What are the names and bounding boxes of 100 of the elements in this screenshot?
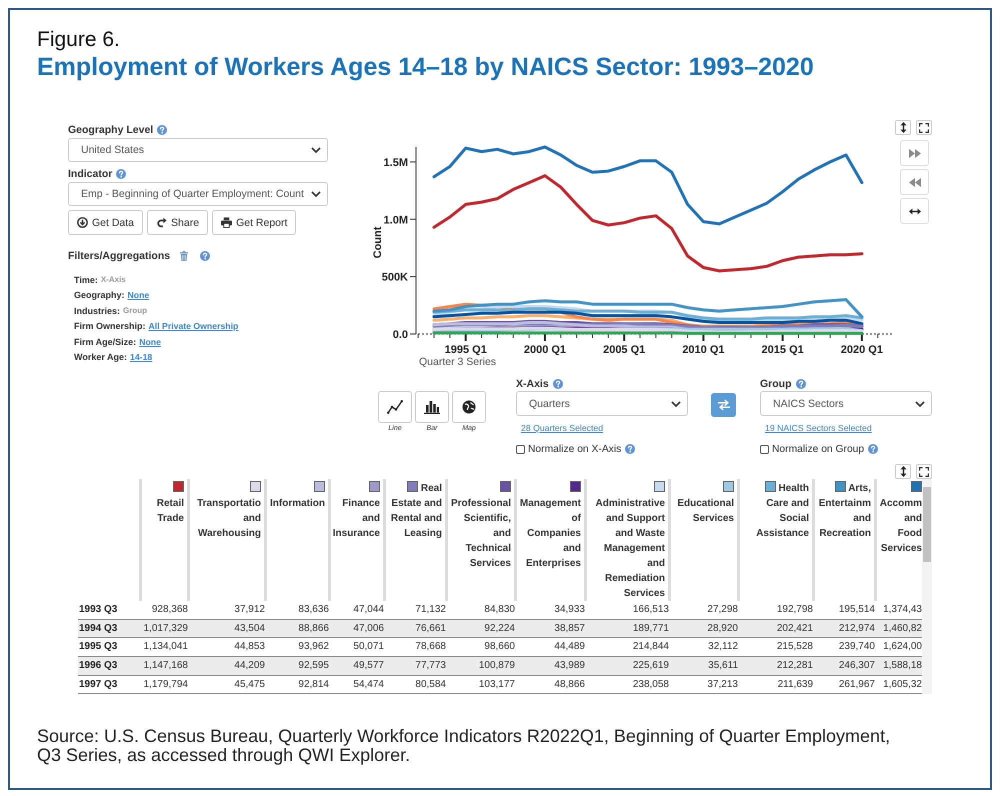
source-note: Source: U.S. Census Bureau, Quarterly Workforce Indicators R2022Q1, Beginning of Quarter Employment, Q3 Series, as accessed through QWI Explorer.: [37, 727, 892, 764]
table-cell: 1,147,168: [142, 657, 190, 676]
table-cell: 1,588,18: [877, 657, 922, 676]
help-icon: [200, 251, 210, 261]
printer-icon: [221, 217, 232, 228]
axis-title: Count: [372, 226, 384, 258]
axis-tick-label: 2000 Q1: [524, 344, 566, 356]
column-header: Transportatio and Warehousing: [197, 498, 261, 539]
fit-width-button[interactable]: [900, 198, 929, 224]
table-cell: 43,989: [517, 657, 587, 676]
share-button[interactable]: Share: [147, 210, 208, 235]
geography-dropdown[interactable]: United States: [68, 138, 328, 162]
resize-height-button[interactable]: [895, 120, 911, 135]
filter-label: Geography:: [74, 290, 125, 300]
filter-link[interactable]: 14-18: [130, 352, 152, 362]
section-title: Filters/Aggregations: [68, 250, 170, 262]
axis-title: Quarter 3 Series: [419, 356, 496, 367]
filter-link[interactable]: None: [139, 336, 161, 347]
vertical-arrows-icon: [900, 122, 906, 133]
column-header: Arts, Entertainm and Recreation: [818, 483, 871, 539]
table-cell: 212,974: [815, 620, 877, 638]
axis-tick-label: 1.0M: [384, 214, 408, 226]
resize-height-button[interactable]: [895, 464, 911, 479]
horizontal-arrows-icon: [908, 208, 920, 214]
bar-chart-button[interactable]: [415, 391, 449, 423]
swap-button[interactable]: [711, 393, 736, 417]
globe-icon: [462, 400, 476, 414]
help-icon: [796, 379, 806, 389]
swap-icon: [716, 399, 730, 411]
table-cell: 212,281: [740, 657, 815, 676]
vertical-arrows-icon: [900, 466, 906, 477]
field-label: Geography Level: [68, 124, 154, 136]
checkbox[interactable]: [516, 444, 525, 454]
axis-tick-label: 2015 Q1: [762, 344, 804, 356]
help-icon: [868, 444, 878, 454]
filter-value: X-Axis: [100, 275, 126, 284]
filter-link[interactable]: All Private Ownership: [148, 321, 238, 332]
field-label: Group: [760, 378, 792, 390]
line-chart-icon: [387, 400, 403, 414]
table-cell: 28,920: [671, 620, 740, 638]
checkbox[interactable]: [760, 444, 769, 454]
table-cell: 49,577: [331, 657, 386, 676]
chevron-down-icon: [311, 191, 321, 197]
print-button[interactable]: Get Report: [212, 210, 296, 235]
scrollbar[interactable]: [922, 479, 932, 694]
arrow-circle-icon: [77, 217, 88, 228]
forward-button[interactable]: [900, 140, 929, 166]
checkbox-label[interactable]: Normalize on X-Axis: [528, 444, 622, 454]
fullscreen-button[interactable]: [916, 464, 932, 479]
table-cell: 35,611: [671, 657, 740, 676]
table-cell: 1,460,82: [877, 620, 922, 638]
checkbox-label[interactable]: Normalize on Group: [772, 444, 864, 454]
expand-icon: [919, 122, 929, 132]
figure-title: Employment of Workers Ages 14–18 by NAICS Sector: 1993–2020: [37, 53, 815, 82]
table-cell: 100,879: [448, 657, 517, 676]
filter-value: Group: [123, 306, 148, 316]
group-dropdown[interactable]: NAICS Sectors: [760, 391, 932, 416]
line-chart-button[interactable]: [378, 391, 412, 423]
column-header: Accomm and Food Services: [880, 498, 922, 554]
field-label: Indicator: [68, 168, 112, 180]
column-header: Retail Trade: [156, 498, 184, 524]
trash-icon: [180, 251, 188, 261]
column-header: Health Care and Social Assistance: [756, 483, 809, 539]
x-axis-dropdown[interactable]: Quarters: [516, 391, 688, 416]
axis-tick-label: 0.0: [392, 329, 408, 341]
column-header: Information: [270, 498, 325, 509]
column-header: Management of Companies and Enterprises: [520, 498, 581, 569]
chevron-down-icon: [311, 147, 321, 153]
bar-chart-icon: [424, 400, 440, 414]
filter-label: Firm Ownership:: [74, 321, 146, 332]
chevron-down-icon: [671, 400, 681, 406]
download-button[interactable]: Get Data: [68, 210, 144, 235]
table-cell: 92,595: [267, 657, 331, 676]
column-header: Professional Scientific, and Technical Services: [450, 498, 511, 569]
table-cell: 47,006: [331, 620, 386, 638]
rewind-icon: [908, 178, 920, 186]
help-icon: [625, 444, 636, 454]
filter-link[interactable]: None: [128, 290, 150, 300]
help-icon: [552, 379, 563, 389]
fullscreen-button[interactable]: [916, 120, 932, 135]
column-header: Educational Services: [677, 498, 734, 524]
field-label: X-Axis: [516, 378, 549, 390]
filter-label: Industries:: [74, 306, 120, 316]
selection-link[interactable]: 19 NAICS Sectors Selected: [765, 423, 872, 433]
axis-tick-label: 1.5M: [384, 156, 408, 169]
table-cell: 88,866: [267, 620, 331, 638]
table-cell: 225,619: [587, 657, 671, 676]
filter-label: Worker Age:: [74, 352, 128, 362]
axis-tick-label: 2020 Q1: [840, 344, 883, 356]
expand-icon: [919, 466, 929, 476]
table-cell: 1,017,329: [142, 620, 190, 638]
map-button[interactable]: [452, 391, 486, 423]
help-icon: [157, 125, 168, 135]
indicator-dropdown[interactable]: Emp - Beginning of Quarter Employment: Count: [68, 182, 328, 206]
table-cell: 246,307: [815, 657, 877, 676]
filter-label: Time:: [74, 274, 98, 285]
selection-link[interactable]: 28 Quarters Selected: [521, 423, 604, 433]
table-cell: 76,661: [386, 620, 448, 638]
row-header: 1996 Q3: [78, 657, 142, 676]
axis-tick-label: 2005 Q1: [603, 344, 646, 356]
